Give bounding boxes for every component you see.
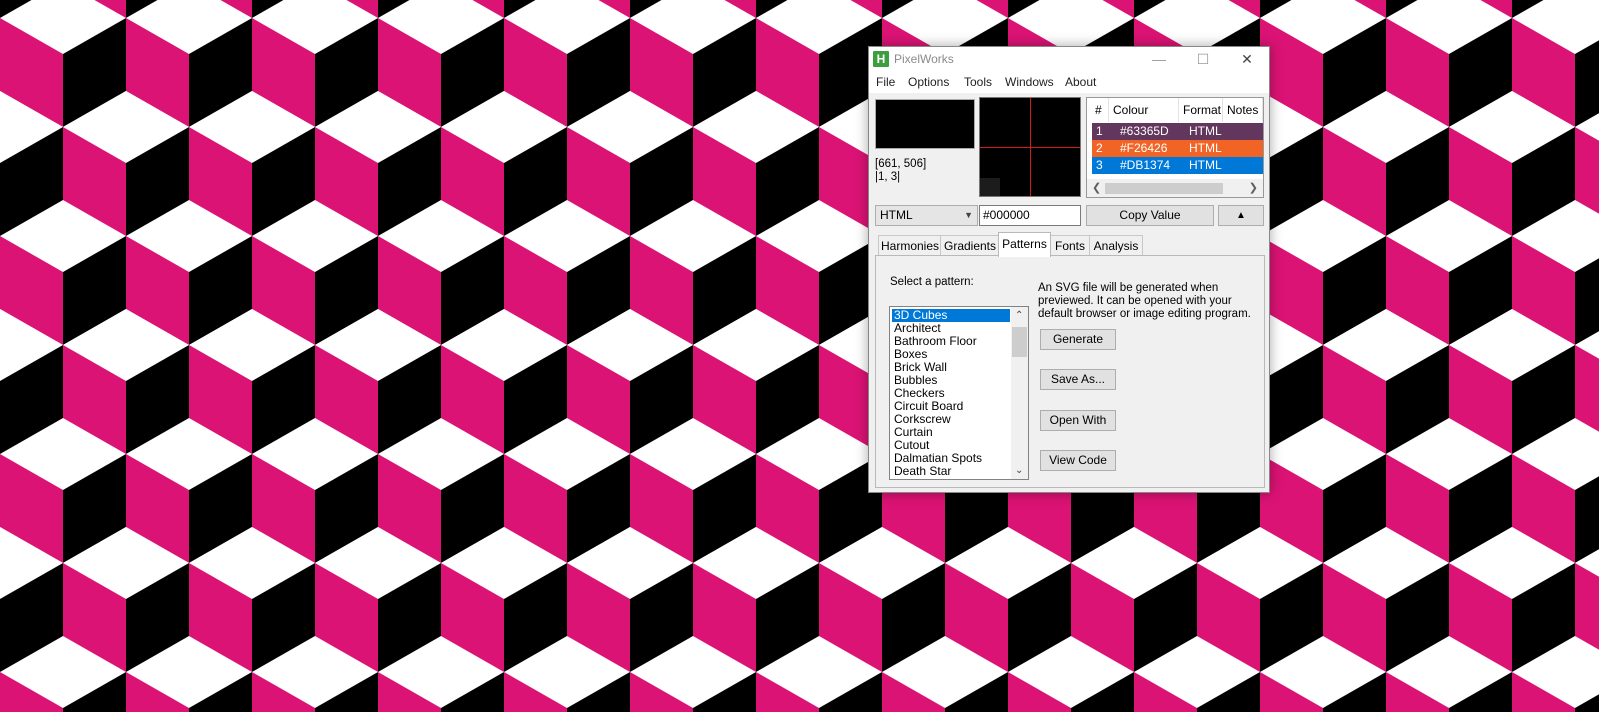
tab-analysis[interactable]: Analysis	[1089, 235, 1143, 256]
app-icon: H	[873, 51, 889, 67]
select-pattern-label: Select a pattern:	[890, 276, 974, 288]
scrollbar-thumb[interactable]	[1012, 327, 1027, 357]
row-index: 3	[1096, 158, 1103, 172]
svg-description: An SVG file will be generated when previ…	[1038, 282, 1251, 320]
move-up-button[interactable]: ▲	[1218, 205, 1264, 226]
table-row[interactable]: 3 #DB1374 HTML	[1092, 157, 1263, 174]
pixelworks-window: H PixelWorks — ☐ ✕ File Options Tools Wi…	[868, 46, 1270, 493]
hex-value-input[interactable]: #000000	[979, 205, 1081, 226]
cube-pattern-background	[0, 0, 1599, 712]
patterns-panel: Select a pattern: 3D Cubes Architect Bat…	[875, 255, 1265, 488]
header-colour[interactable]: Colour	[1109, 98, 1179, 122]
chevron-down-icon: ▼	[964, 210, 973, 220]
format-select-value: HTML	[880, 208, 913, 222]
menu-bar: File Options Tools Windows About	[869, 71, 1269, 93]
menu-windows[interactable]: Windows	[1005, 75, 1054, 89]
row-colour: #63365D	[1120, 124, 1169, 138]
tab-patterns[interactable]: Patterns	[998, 232, 1051, 257]
tab-fonts[interactable]: Fonts	[1049, 235, 1091, 256]
generate-button[interactable]: Generate	[1040, 329, 1116, 350]
scroll-left-icon[interactable]: ❮	[1092, 181, 1101, 194]
copy-value-button[interactable]: Copy Value	[1086, 205, 1214, 226]
minimize-button[interactable]: —	[1137, 47, 1181, 71]
menu-about[interactable]: About	[1065, 75, 1096, 89]
view-code-button[interactable]: View Code	[1040, 450, 1116, 471]
row-format: HTML	[1189, 124, 1222, 138]
window-title: PixelWorks	[894, 52, 954, 66]
cursor-coordinates: [661, 506]	[875, 158, 927, 170]
coordinates-readout: [661, 506] |1, 3|	[875, 158, 926, 184]
row-format: HTML	[1189, 158, 1222, 172]
list-item[interactable]: Death Star	[892, 465, 1010, 478]
header-index[interactable]: #	[1087, 98, 1109, 122]
title-bar[interactable]: H PixelWorks — ☐ ✕	[869, 47, 1269, 71]
table-row[interactable]: 2 #F26426 HTML	[1092, 140, 1263, 157]
menu-tools[interactable]: Tools	[964, 75, 992, 89]
pattern-listbox[interactable]: 3D Cubes Architect Bathroom Floor Boxes …	[889, 306, 1029, 480]
menu-options[interactable]: Options	[908, 75, 949, 89]
row-colour: #F26426	[1120, 141, 1168, 155]
maximize-button[interactable]: ☐	[1181, 47, 1225, 71]
format-select[interactable]: HTML ▼	[875, 205, 978, 226]
row-index: 1	[1096, 124, 1103, 138]
colour-table: # Colour Format Notes 1 #63365D HTML 2 #…	[1086, 97, 1264, 198]
pattern-list-scrollbar[interactable]: ⌃ ⌄	[1011, 307, 1028, 479]
header-format[interactable]: Format	[1179, 98, 1223, 122]
table-horizontal-scrollbar[interactable]: ❮ ❯	[1087, 179, 1263, 197]
open-with-button[interactable]: Open With	[1040, 410, 1116, 431]
header-notes[interactable]: Notes	[1223, 98, 1263, 122]
table-row[interactable]: 1 #63365D HTML	[1092, 123, 1263, 140]
save-as-button[interactable]: Save As...	[1040, 369, 1116, 390]
crosshair-horizontal	[980, 147, 1080, 148]
magnifier-preview	[979, 97, 1081, 197]
row-format: HTML	[1189, 141, 1222, 155]
scroll-up-icon[interactable]: ⌃	[1015, 310, 1023, 321]
pixel-index: |1, 3|	[875, 171, 901, 183]
close-button[interactable]: ✕	[1225, 47, 1269, 71]
scroll-right-icon[interactable]: ❯	[1249, 181, 1258, 194]
tab-gradients[interactable]: Gradients	[940, 235, 1000, 256]
row-index: 2	[1096, 141, 1103, 155]
magnified-pixel	[980, 178, 1000, 196]
colour-swatch	[875, 99, 975, 149]
tab-harmonies[interactable]: Harmonies	[878, 235, 942, 256]
row-colour: #DB1374	[1120, 158, 1171, 172]
scrollbar-thumb[interactable]	[1105, 183, 1223, 194]
menu-file[interactable]: File	[876, 75, 895, 89]
scroll-down-icon[interactable]: ⌄	[1015, 465, 1023, 476]
